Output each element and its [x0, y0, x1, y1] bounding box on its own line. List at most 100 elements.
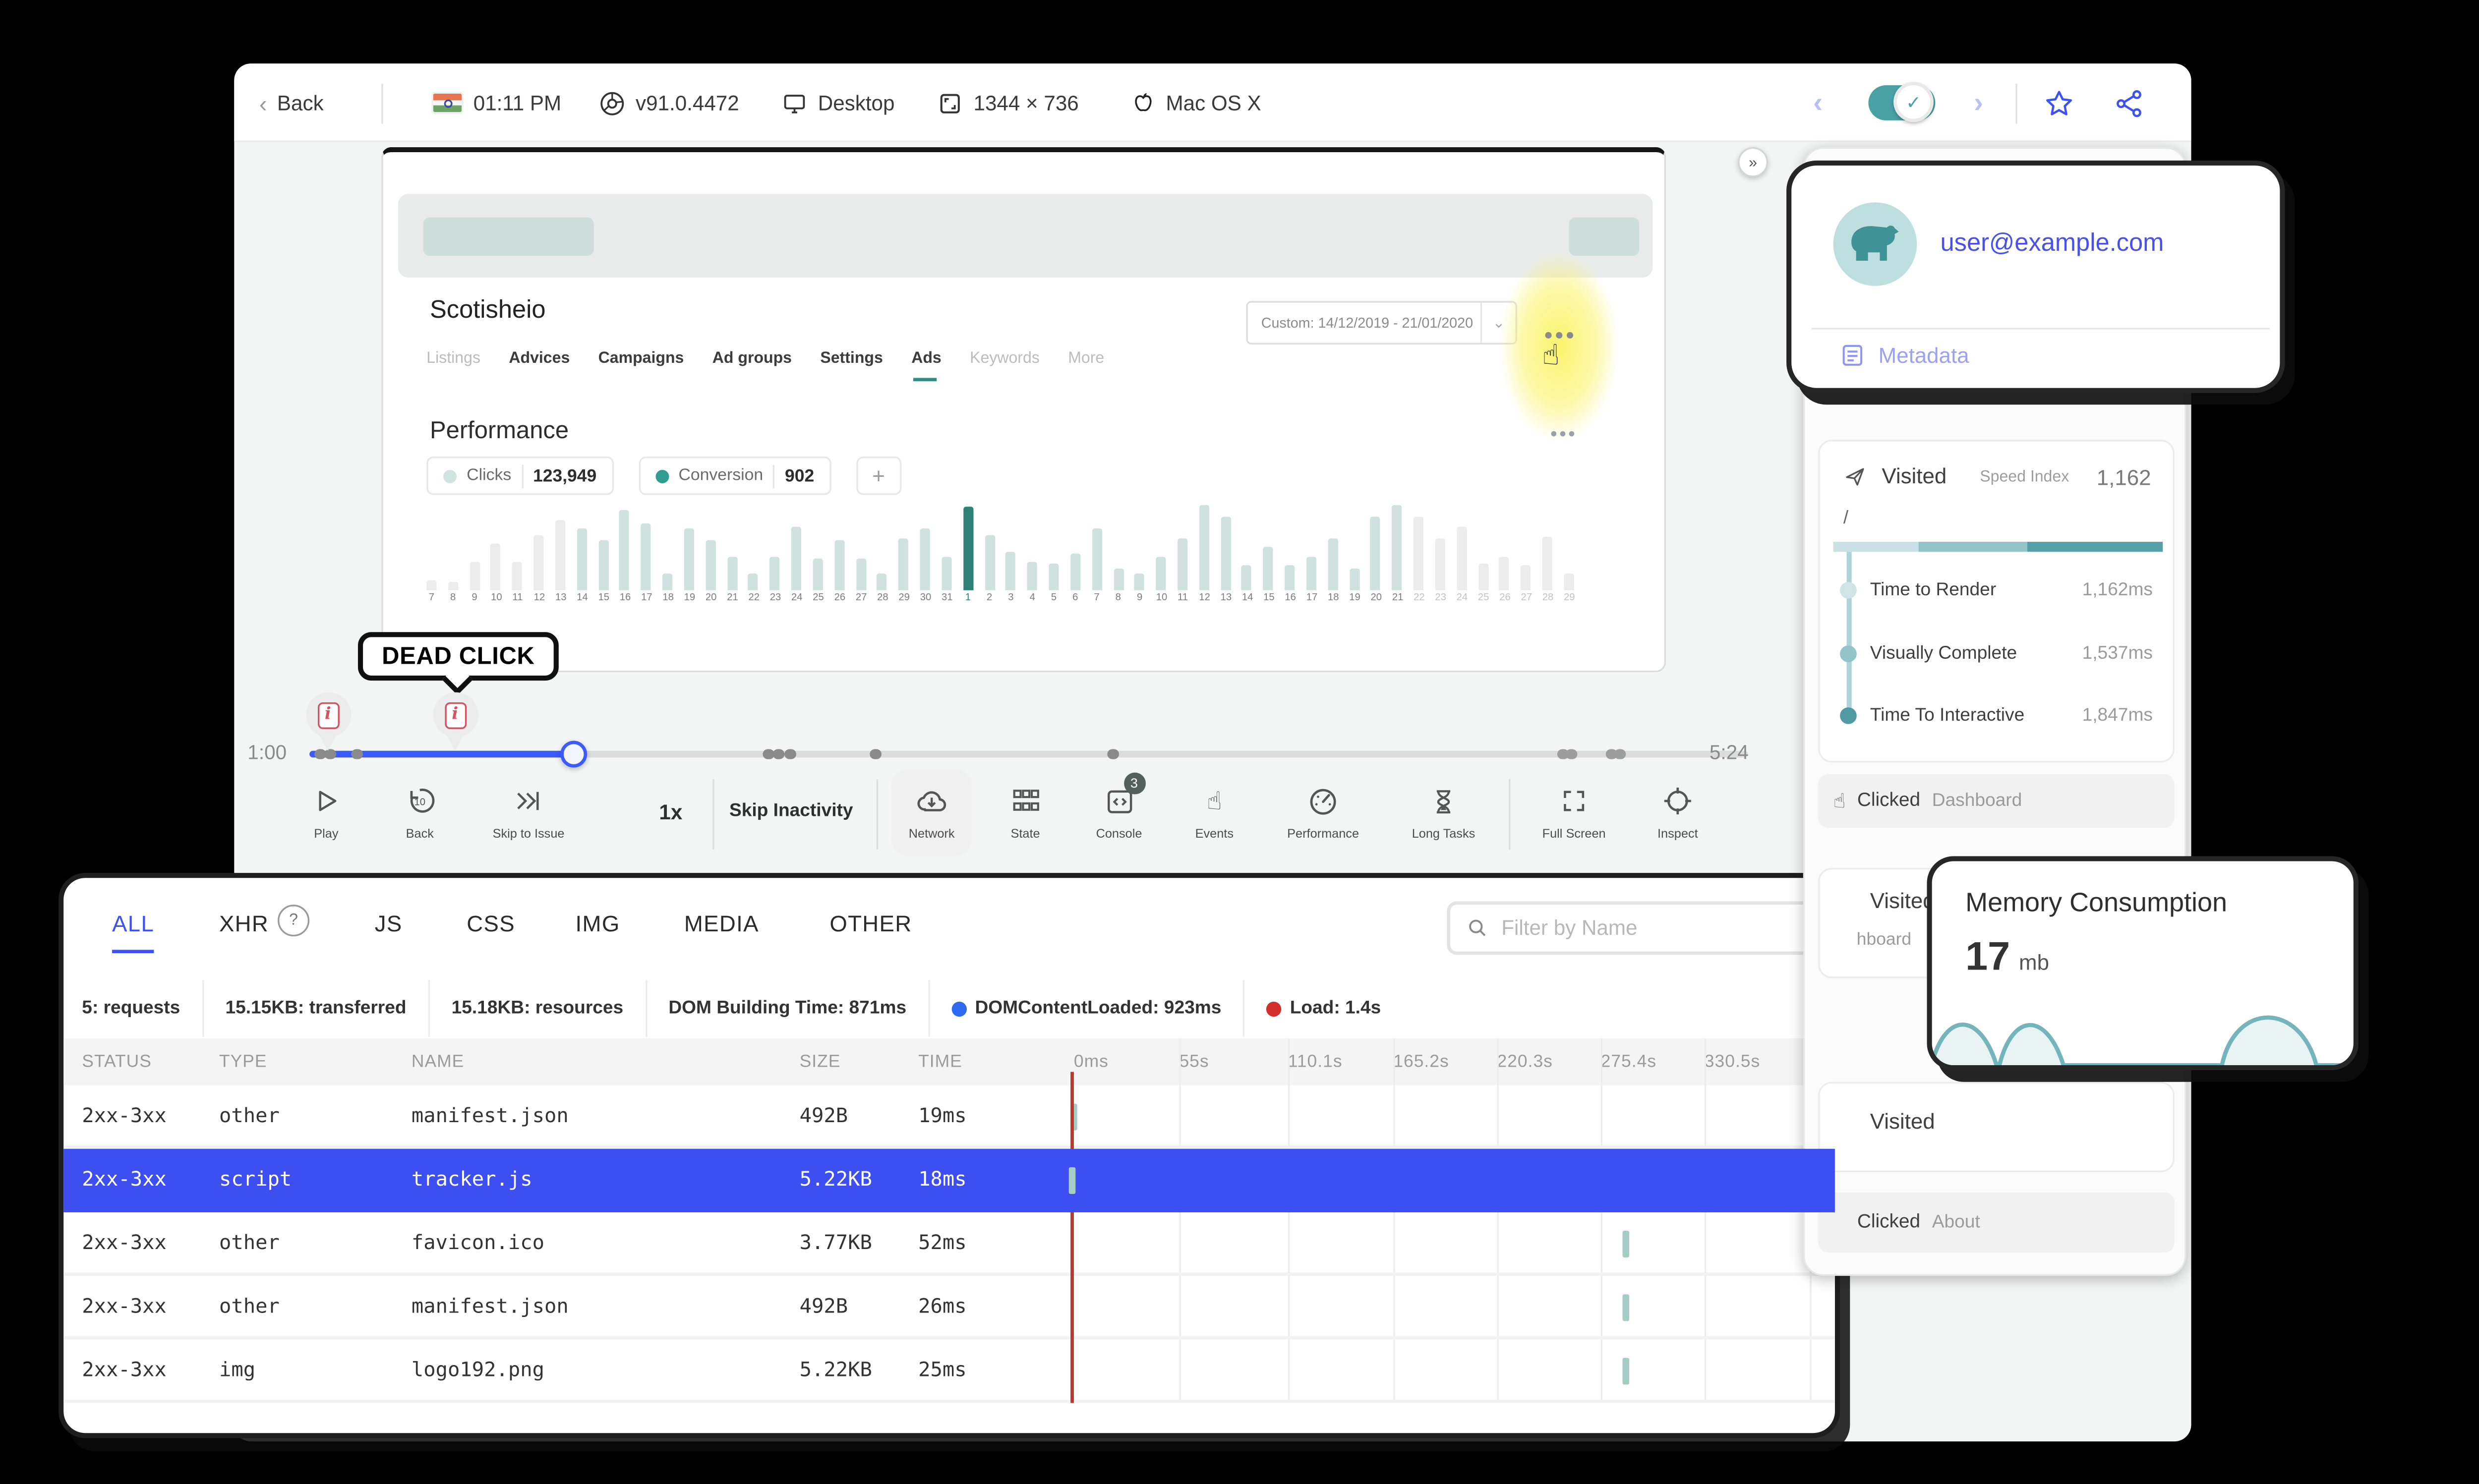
apple-icon	[1135, 93, 1152, 112]
date-range-value: Custom: 14/12/2019 - 21/01/2020	[1261, 314, 1474, 331]
widget-menu-icon[interactable]: •••	[1550, 425, 1577, 445]
x-tick-label: 12	[1199, 593, 1210, 604]
x-tick-label: 7	[1094, 593, 1100, 604]
metric-chip-clicks[interactable]: Clicks 123,949	[426, 457, 613, 495]
prev-session-button[interactable]: ‹	[1813, 63, 1823, 142]
event-dot[interactable]	[1614, 748, 1625, 759]
hourglass-icon	[1428, 783, 1459, 819]
request-row[interactable]: 2xx-3xx other manifest.json 492B 26ms	[63, 1276, 1835, 1340]
favorite-button[interactable]	[2044, 63, 2074, 142]
col-time[interactable]: TIME	[918, 1052, 962, 1072]
x-tick-label: 13	[555, 593, 567, 604]
x-tick-label: 19	[1349, 593, 1360, 604]
request-name: tracker.js	[411, 1167, 532, 1191]
request-row[interactable]: 2xx-3xx script tracker.js 5.22KB 18ms	[63, 1148, 1835, 1212]
network-stats-row: 5: requests 15.15KB: transferred 15.18KB: …	[63, 978, 1835, 1038]
next-session-button[interactable]: ›	[1974, 63, 1983, 142]
tab-all[interactable]: ALL	[112, 912, 155, 954]
event-dot[interactable]	[870, 748, 881, 759]
filter-input[interactable]	[1501, 916, 1815, 940]
visited-path: /	[1843, 508, 1849, 529]
site-tab-settings[interactable]: Settings	[820, 349, 883, 381]
timeline-progress	[309, 750, 574, 757]
chart-bar	[1241, 565, 1252, 590]
site-tab-listings[interactable]: Listings	[426, 349, 480, 381]
tab-media[interactable]: MEDIA	[684, 912, 759, 953]
tab-other[interactable]: OTHER	[829, 912, 912, 953]
x-tick-label: 27	[855, 593, 867, 604]
performance-panel-button[interactable]: Performance	[1265, 783, 1382, 841]
date-range-picker[interactable]: Custom: 14/12/2019 - 21/01/2020 ⌄	[1246, 301, 1517, 344]
back-10s-button[interactable]: 10 Back	[361, 783, 478, 841]
clicked-dashboard-event[interactable]: ☝ Clicked Dashboard	[1818, 774, 2175, 828]
site-tab-advices[interactable]: Advices	[509, 349, 570, 381]
autoplay-toggle[interactable]: ✓	[1868, 63, 1936, 142]
divider	[1811, 328, 2270, 330]
site-tab-more[interactable]: More	[1068, 349, 1104, 381]
visited-event-card[interactable]: Visited Speed Index 1,162 / Time to Rend…	[1818, 440, 2175, 763]
tab-xhr[interactable]: XHR	[219, 912, 269, 953]
site-tab-keywords[interactable]: Keywords	[970, 349, 1040, 381]
event-dot[interactable]	[772, 748, 784, 759]
chart-bar	[512, 562, 523, 590]
share-button[interactable]	[2114, 63, 2144, 142]
inspect-button[interactable]: Inspect	[1619, 783, 1736, 841]
user-email[interactable]: user@example.com	[1940, 229, 2164, 257]
site-tab-campaigns[interactable]: Campaigns	[598, 349, 684, 381]
divider	[773, 464, 775, 488]
help-icon[interactable]: ?	[278, 905, 310, 937]
full-screen-button[interactable]: Full Screen	[1516, 783, 1633, 841]
metric-chip-conversion[interactable]: Conversion 902	[638, 457, 831, 495]
request-time: 25ms	[918, 1358, 967, 1381]
chart-bar	[426, 579, 437, 590]
event-dot[interactable]	[763, 748, 774, 759]
playhead-handle[interactable]	[560, 741, 588, 768]
request-row[interactable]: 2xx-3xx other favicon.ico 3.77KB 52ms	[63, 1212, 1835, 1276]
site-tab-ad-groups[interactable]: Ad groups	[712, 349, 792, 381]
add-metric-button[interactable]: +	[856, 457, 901, 495]
speed-button[interactable]: 1x	[659, 801, 682, 824]
chart-bar	[1306, 556, 1316, 590]
tab-img[interactable]: IMG	[576, 912, 620, 953]
tab-js[interactable]: JS	[375, 912, 403, 953]
chart-bar	[1456, 526, 1467, 590]
back-button[interactable]: ‹ Back	[259, 63, 324, 142]
x-tick-label: 27	[1521, 593, 1533, 604]
clicked-about-event[interactable]: ☝ Clicked About	[1818, 1192, 2175, 1253]
paper-plane-icon	[1846, 467, 1864, 485]
memory-sparkline-chart	[1932, 1015, 2354, 1066]
col-type[interactable]: TYPE	[219, 1052, 267, 1072]
chart-bar	[705, 540, 716, 590]
request-status: 2xx-3xx	[82, 1103, 167, 1127]
col-size[interactable]: SIZE	[800, 1052, 841, 1072]
request-size: 5.22KB	[799, 1358, 872, 1381]
skip-inactivity-toggle[interactable]: Skip Inactivity	[729, 801, 853, 821]
col-status[interactable]: STATUS	[82, 1052, 152, 1072]
collapse-panel-button[interactable]: »	[1738, 147, 1769, 177]
request-row[interactable]: 2xx-3xx img logo192.png 5.22KB 25ms	[63, 1339, 1835, 1403]
long-tasks-panel-button[interactable]: Long Tasks	[1385, 783, 1502, 841]
request-type: img	[219, 1358, 256, 1381]
chart-bar	[855, 559, 866, 590]
issue-marker[interactable]: i	[305, 692, 351, 751]
skip-to-issue-button[interactable]: Skip to Issue	[470, 783, 587, 841]
chart-bar	[641, 523, 651, 590]
event-dot[interactable]	[351, 748, 362, 759]
fullscreen-icon	[1559, 783, 1589, 819]
event-dot[interactable]	[784, 748, 796, 759]
chart-bar	[984, 535, 995, 590]
site-tab-ads[interactable]: Ads	[911, 349, 942, 382]
col-name[interactable]: NAME	[412, 1052, 464, 1072]
tab-css[interactable]: CSS	[467, 912, 515, 953]
info-icon: i	[317, 701, 339, 729]
events-panel-button[interactable]: ☝ Events	[1156, 783, 1273, 841]
visited-event-card-bottom[interactable]: Visited	[1818, 1082, 2175, 1172]
request-type: other	[219, 1231, 280, 1255]
metadata-link[interactable]: Metadata	[1840, 343, 1969, 368]
resolution-label: 1344 × 736	[973, 91, 1079, 115]
event-dot[interactable]	[1107, 748, 1119, 759]
back-label: Back	[277, 91, 324, 115]
timing-segment-bar	[1833, 542, 2163, 552]
request-row[interactable]: 2xx-3xx other manifest.json 492B 19ms	[63, 1085, 1835, 1149]
event-dot[interactable]	[1565, 748, 1577, 759]
